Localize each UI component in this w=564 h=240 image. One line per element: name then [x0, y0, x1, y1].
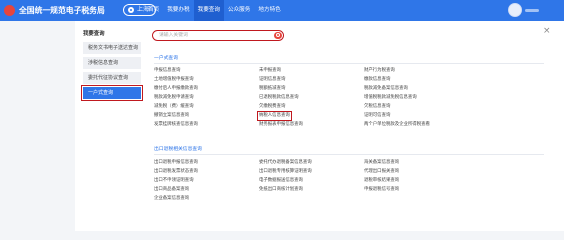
query-link[interactable]: 出口退税专用核算证明查询	[259, 169, 312, 175]
taxpayer-info-query-link[interactable]: 纳税人信息查询	[257, 111, 292, 121]
sidebar-item-document-delivery[interactable]: 税务文书电子送达查询	[83, 42, 141, 54]
section-title-one-stop: 一户式查询	[154, 56, 178, 61]
query-link[interactable]: 未申报查询	[259, 68, 281, 74]
query-link[interactable]: 出口商品备案查询	[154, 187, 189, 193]
nav-local-feature[interactable]: 地方特色	[254, 0, 284, 21]
query-link[interactable]: 欠缴税费查询	[259, 104, 285, 110]
top-bar: 全国统一规范电子税务局 上海 首页 我要办税 我要查询 公众服务 地方特色	[0, 0, 564, 21]
search-placeholder: 请输入关键词	[159, 33, 188, 38]
tax-emblem-icon	[4, 5, 15, 16]
sidebar: 我要查询 税务文书电子送达查询 涉税信息查询 委托代征协议查询 一户式查询	[81, 30, 143, 101]
search-icon[interactable]	[274, 32, 282, 39]
section-divider	[154, 154, 544, 155]
query-link[interactable]: 退税审核结果查询	[364, 178, 399, 184]
nav-tax-handling[interactable]: 我要办税	[163, 0, 193, 21]
query-link[interactable]: 证明信息查询	[259, 77, 285, 83]
sidebar-item-entrusted-collection[interactable]: 委托代征协议查询	[83, 72, 141, 84]
query-link[interactable]: 发票挂牌核查信息查询	[154, 122, 198, 128]
query-link[interactable]: 增值税税款减免税信息查询	[364, 95, 417, 101]
search-input[interactable]: 请输入关键词	[152, 30, 284, 41]
nav-home[interactable]: 首页	[144, 0, 163, 21]
query-link[interactable]: 出口不申领证明查询	[154, 178, 194, 184]
query-link[interactable]: 撤销立案信息查询	[154, 113, 189, 119]
query-link[interactable]: 两个户单位税款及企业所得税查看	[364, 122, 430, 128]
query-link[interactable]: 欠税信息查询	[364, 104, 390, 110]
query-link[interactable]: 申报信息查询	[154, 68, 180, 74]
close-icon[interactable]: ×	[543, 27, 551, 36]
query-link[interactable]: 减免税（费）缓查询	[154, 104, 194, 110]
query-link[interactable]: 土地增值税申报查询	[154, 77, 194, 83]
query-link[interactable]: 企业备案信息查询	[154, 196, 189, 202]
query-dropdown-panel	[75, 21, 564, 231]
site-title[interactable]: 全国统一规范电子税务局	[19, 5, 105, 16]
query-link[interactable]: 税额抵减查询	[259, 86, 285, 92]
query-link[interactable]: 出口退税申报信息查询	[154, 160, 198, 166]
sidebar-title: 我要查询	[83, 31, 105, 37]
section-title-export-rebate: 出口退税相关信息查询	[154, 147, 202, 152]
user-menu[interactable]	[508, 3, 539, 17]
query-link[interactable]: 免抵出口商核计划查询	[259, 187, 303, 193]
query-link[interactable]: 已退税税款信息查询	[259, 95, 299, 101]
nav-public-service[interactable]: 公众服务	[224, 0, 254, 21]
nav-query[interactable]: 我要查询	[193, 0, 224, 21]
query-link[interactable]: 缴付后人申报缴款查询	[154, 86, 198, 92]
query-link[interactable]: 代理出口报关查询	[364, 169, 399, 175]
sidebar-item-one-stop-query[interactable]: 一户式查询	[81, 85, 143, 101]
section-divider	[154, 63, 544, 64]
query-link[interactable]: 申报退税信号查询	[364, 187, 399, 193]
sidebar-item-tax-info[interactable]: 涉税信息查询	[83, 57, 141, 69]
main-nav: 首页 我要办税 我要查询 公众服务 地方特色	[144, 0, 285, 21]
avatar[interactable]	[508, 3, 522, 17]
query-link[interactable]: 税款减免税申请查询	[154, 95, 194, 101]
query-link[interactable]: 海关备案信息查询	[364, 160, 399, 166]
query-link[interactable]: 缴款信息查询	[364, 77, 390, 83]
query-link[interactable]: 税款减免备案信息查询	[364, 86, 408, 92]
query-link[interactable]: 委托代办退税备案信息查询	[259, 160, 312, 166]
query-link[interactable]: 电子数据报送信息查询	[259, 178, 303, 184]
query-link[interactable]: 财产行为税查询	[364, 68, 395, 74]
query-link[interactable]: 出口退税发票状态查询	[154, 169, 198, 175]
query-link[interactable]: 财务报表申报信息查询	[259, 122, 303, 128]
user-name-placeholder	[525, 8, 539, 12]
query-link[interactable]: 证明可信查询	[364, 113, 390, 119]
location-pin-icon	[128, 7, 134, 13]
